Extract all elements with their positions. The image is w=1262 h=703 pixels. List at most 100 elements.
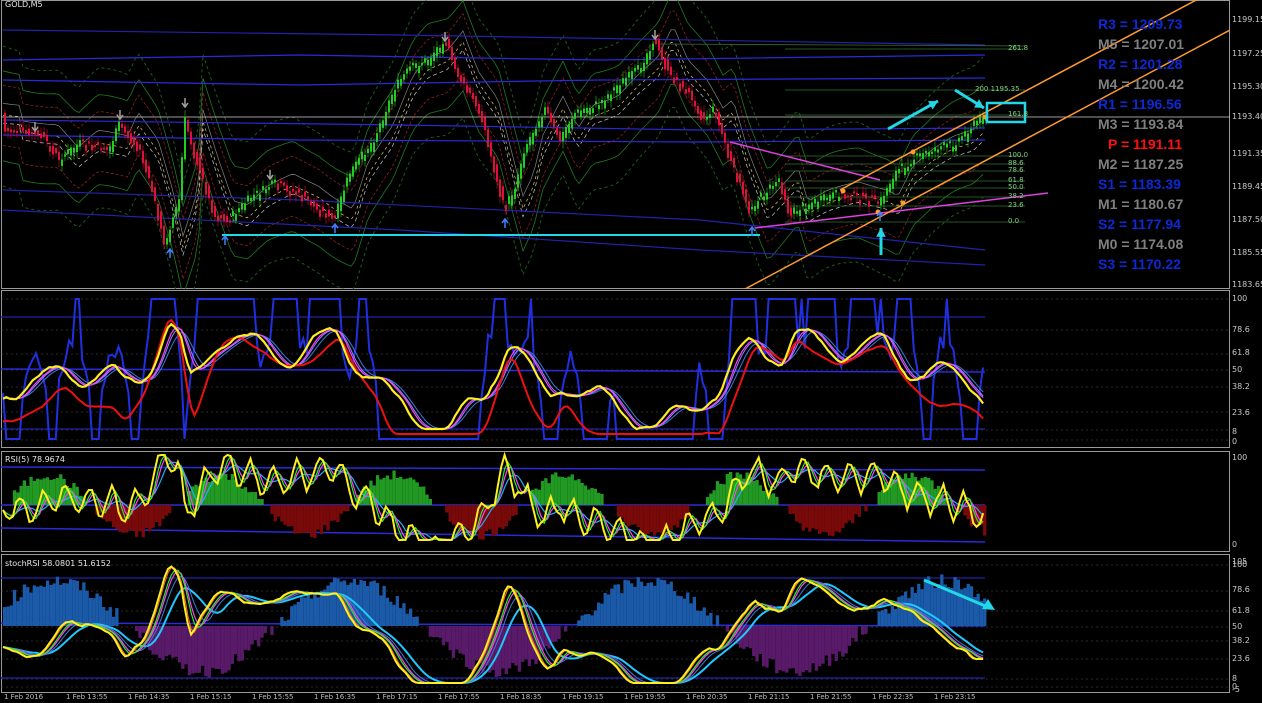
candle-body (25, 130, 27, 134)
candle-body (718, 112, 720, 126)
rsi-histogram-bar (795, 505, 799, 522)
rsi-tick: 100 (1232, 453, 1248, 462)
candle-body (151, 180, 153, 192)
candle-body (286, 185, 288, 192)
candle-body (514, 188, 516, 199)
stochrsi-histogram-bar (438, 626, 442, 638)
stochrsi-histogram-bar (283, 620, 287, 626)
stochrsi-canvas[interactable] (0, 553, 1230, 693)
stochrsi-histogram-bar (768, 626, 772, 659)
rsi-histogram-bar (771, 493, 776, 505)
stochastic-panel[interactable]: 100 78.6 61.8 50 38.2 23.6 8 0 (0, 289, 1262, 449)
stochrsi-histogram-bar (804, 626, 809, 671)
rsi-histogram-bar (227, 479, 231, 505)
stochrsi-histogram-bar (181, 626, 185, 669)
rsi-histogram-bar (983, 505, 987, 536)
candle-body (379, 123, 381, 133)
stochrsi-histogram-bar (247, 626, 251, 651)
stochrsi-histogram-bar (564, 626, 568, 632)
rsi-histogram-bar (161, 505, 165, 520)
rsi-histogram-bar (303, 505, 307, 533)
rsi-histogram-bar (389, 479, 393, 505)
candle-body (400, 79, 402, 86)
candle-body (610, 94, 612, 102)
stochrsi-histogram-bar (798, 626, 802, 676)
rsi-histogram-bar (300, 505, 304, 533)
stochrsi-histogram-bar (507, 626, 512, 669)
stochrsi-histogram-bar (877, 611, 881, 626)
stochrsi-histogram-bar (270, 626, 274, 636)
stochastic-canvas[interactable] (0, 289, 1230, 449)
stochrsi-histogram-bar (828, 626, 832, 666)
rsi-histogram-bar (626, 505, 630, 527)
candle-body (778, 178, 780, 182)
rsi-histogram-bar (280, 505, 284, 522)
candle-body (220, 215, 222, 219)
rsi-histogram-bar (415, 482, 419, 505)
price-axis: 1199.15 1197.25 1195.30 1193.40 1191.35 1189.… (1230, 0, 1262, 289)
candle-body (382, 120, 384, 128)
candle-body (574, 112, 576, 119)
rsi-histogram-bar (659, 505, 663, 533)
stochrsi-histogram-bar (963, 587, 967, 626)
candle-body (154, 187, 156, 202)
candle-body (874, 195, 876, 199)
candle-body (58, 151, 60, 161)
rsi-canvas[interactable] (0, 450, 1230, 552)
candle-body (580, 110, 582, 118)
candle-body (277, 183, 279, 191)
price-chart-canvas[interactable] (0, 0, 1230, 289)
candle-body (244, 203, 246, 211)
candle-body (340, 196, 342, 212)
candle-body (541, 116, 543, 128)
candle-body (511, 195, 513, 206)
stochrsi-histogram-bar (29, 592, 33, 626)
candle-body (676, 76, 678, 80)
price-panel[interactable]: GOLD,M5 261.8 200 1195.35 161.8 100.0 88.6 78… (0, 0, 1262, 289)
candle-body (865, 193, 867, 199)
stochrsi-histogram-bar (164, 626, 168, 657)
rsi-histogram-bar (580, 483, 584, 505)
stochrsi-histogram-bar (366, 586, 370, 626)
candle-body (844, 194, 846, 199)
candle-body (943, 142, 945, 146)
candle-body (487, 129, 489, 147)
stochrsi-histogram-bar (610, 588, 614, 626)
rsi-histogram-bar (828, 505, 832, 536)
stochrsi-histogram-bar (441, 626, 446, 646)
candle-body (238, 208, 240, 213)
candle-body (163, 225, 165, 245)
stochrsi-histogram-bar (821, 626, 825, 664)
candle-body (322, 206, 324, 212)
stochrsi-histogram-bar (177, 626, 182, 663)
rsi-histogram-bar (323, 505, 327, 526)
rsi-histogram-bar (141, 505, 145, 538)
stochastic-tick: 8 (1232, 427, 1238, 436)
candle-body (715, 112, 717, 118)
candle-body (241, 203, 243, 210)
stochrsi-histogram-bar (758, 626, 762, 654)
stochrsi-histogram-bar (501, 626, 505, 669)
candle-body (226, 215, 228, 222)
time-tick: 1 Feb 16:35 (314, 693, 356, 701)
candle-body (268, 187, 270, 190)
candle-body (664, 57, 666, 70)
candle-body (727, 143, 729, 159)
rsi-panel[interactable]: RSI(5) 78.9674 100 0 (0, 450, 1262, 552)
candle-body (637, 65, 639, 70)
stochrsi-histogram-bar (580, 615, 584, 626)
candle-body (64, 154, 66, 157)
stochrsi-panel[interactable]: stochRSI 58.0801 51.6152 105 100 78.6 61.8 5… (0, 553, 1262, 693)
rsi-histogram-bar (775, 496, 779, 505)
candle-body (808, 204, 810, 210)
candle-body (79, 140, 81, 147)
stochrsi-histogram-bar (194, 626, 198, 673)
candle-body (835, 190, 837, 193)
stochrsi-histogram-bar (656, 577, 660, 626)
rsi-histogram-bar (564, 477, 568, 505)
candle-body (754, 206, 756, 212)
time-tick: 1 Feb 21:55 (810, 693, 852, 701)
stochrsi-histogram-bar (168, 626, 172, 655)
pivot-m1: M1 = 1180.67 (1098, 196, 1184, 212)
stochrsi-histogram-bar (286, 619, 291, 626)
